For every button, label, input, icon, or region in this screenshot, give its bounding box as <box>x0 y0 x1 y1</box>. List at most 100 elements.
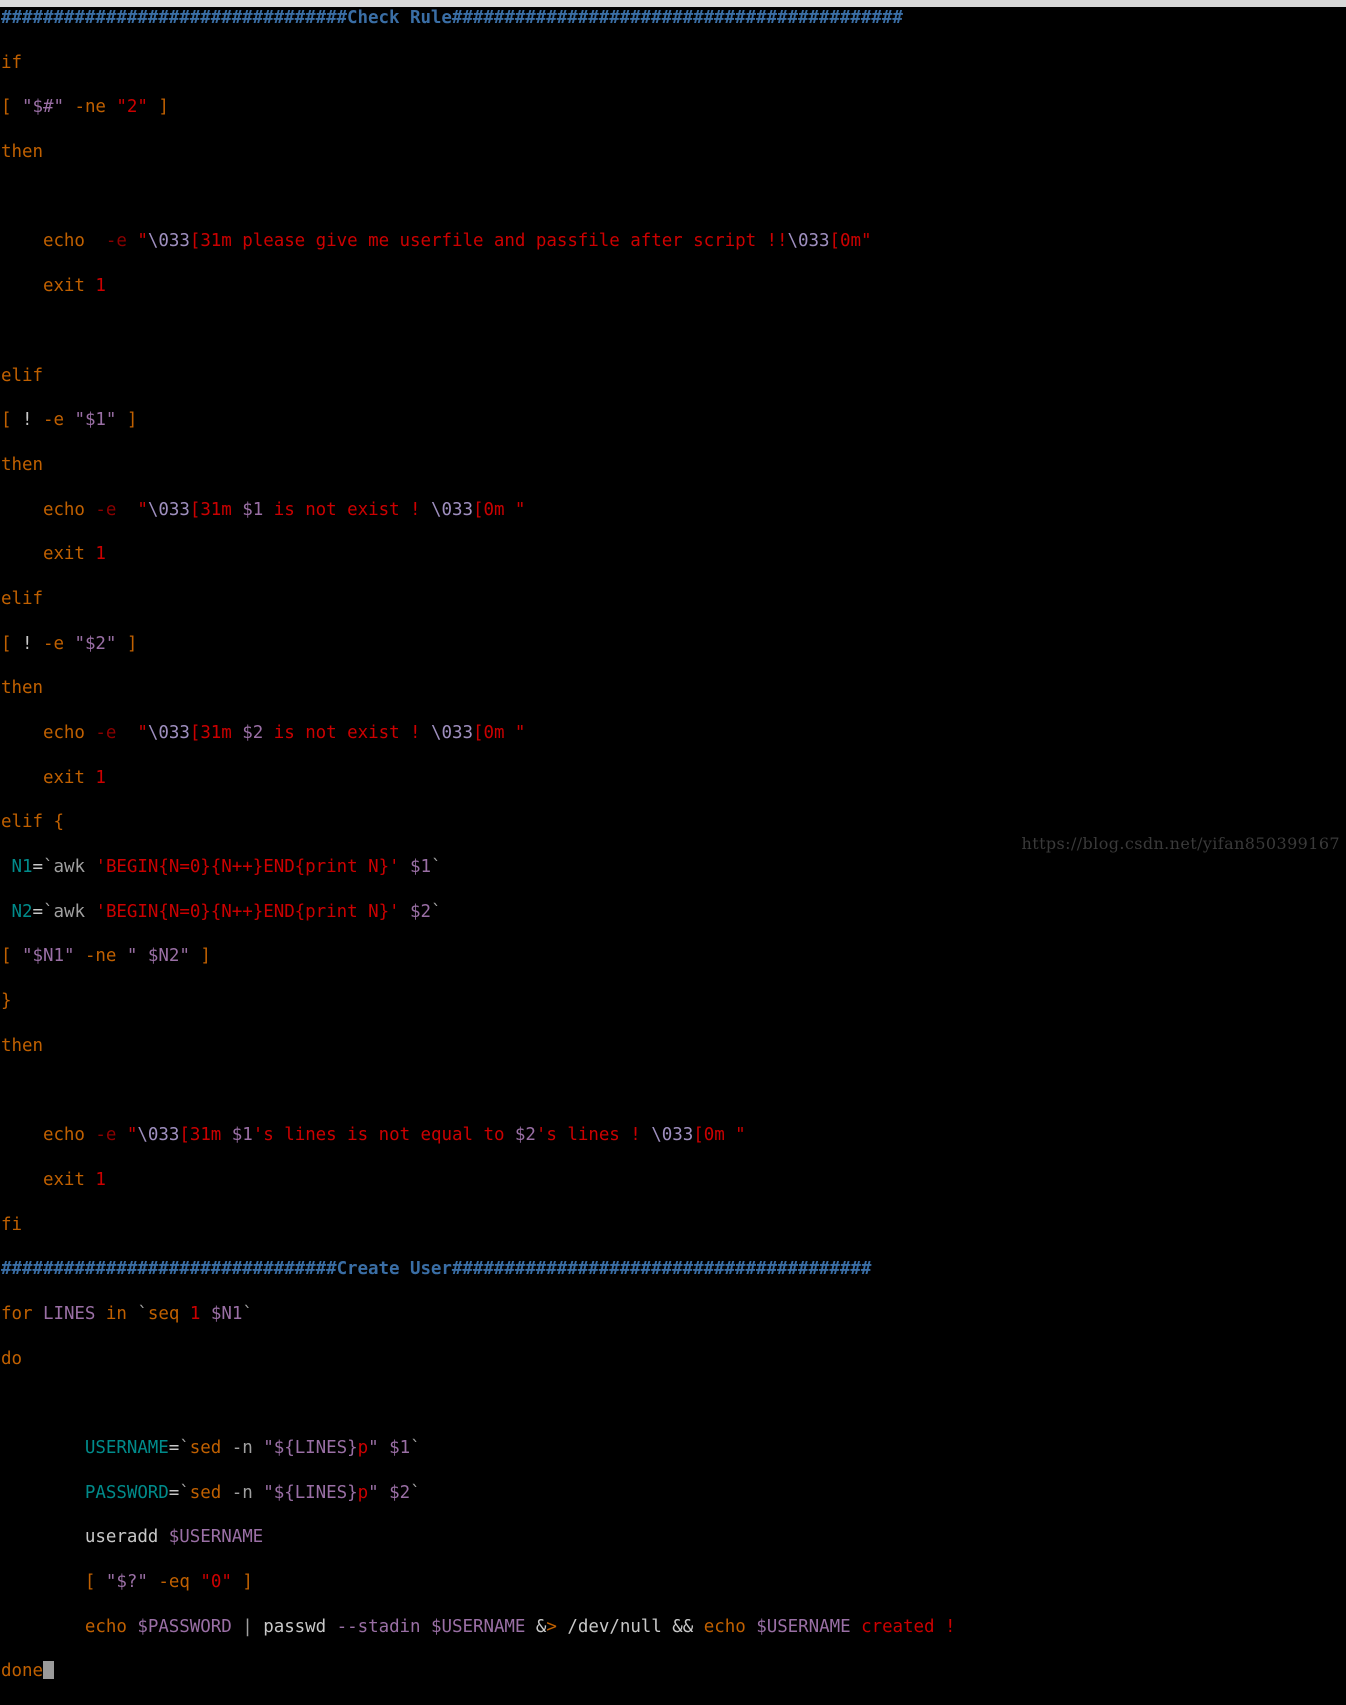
code-line: elif <box>1 588 1346 610</box>
code-token-blt: exit <box>42 767 85 788</box>
code-token-str: [0m " <box>472 723 526 743</box>
terminal-viewport[interactable]: #################################Check R… <box>0 7 1346 1681</box>
code-token-asgn: N2 <box>11 901 33 922</box>
code-token-opt: -e <box>95 499 117 520</box>
code-token-plain: ! <box>11 410 43 431</box>
code-token-kw: if <box>1 52 22 73</box>
code-token-cmt: Check Rule <box>347 8 452 28</box>
code-token-brk: ] <box>126 410 138 431</box>
code-token-kw: do <box>1 1348 22 1369</box>
code-token-str: " <box>221 1572 232 1593</box>
code-token-plain: & <box>535 1616 547 1637</box>
code-line: if <box>1 52 1346 74</box>
code-token-var: --stadin <box>336 1616 421 1637</box>
code-token-str: [0m" <box>829 231 872 252</box>
code-token-kw: -e <box>42 410 64 431</box>
code-token-str: 's lines ! <box>535 1125 652 1146</box>
code-token-brk: ] <box>200 946 211 967</box>
code-token-brk: ] <box>242 1572 253 1593</box>
code-token-gray: ` <box>137 1303 148 1324</box>
code-token-brk: [ <box>1 97 12 118</box>
code-line: do <box>1 1348 1346 1370</box>
code-token-plain: = <box>168 1482 180 1503</box>
code-token-plain: = <box>32 901 43 922</box>
code-token-kw: for <box>1 1303 33 1324</box>
code-token-blt: echo <box>703 1616 746 1637</box>
code-token-gray: awk <box>53 901 85 922</box>
code-token-str: " <box>137 723 148 743</box>
code-token-asgn: USERNAME <box>84 1438 169 1458</box>
code-token-gray: ` <box>42 901 54 922</box>
code-token-num: 1 <box>95 544 106 565</box>
code-token-brk: ] <box>158 97 169 118</box>
code-token-kw: -eq <box>158 1572 190 1593</box>
code-token-str: [31m <box>179 1125 232 1146</box>
code-token-str: [31m please give me userfile and passfil… <box>189 231 788 252</box>
code-line: #################################Check R… <box>1 7 1346 29</box>
code-line: exit 1 <box>1 543 1346 565</box>
code-line: elif { <box>1 811 1346 833</box>
code-token-var: $N1 <box>210 1303 243 1324</box>
code-token-str: [0m " <box>693 1125 746 1146</box>
code-token-var: $1 <box>231 1125 253 1146</box>
code-token-gray: -n <box>231 1482 253 1503</box>
code-token-num: 1 <box>189 1303 201 1324</box>
code-token-esc: \033 <box>431 723 473 743</box>
code-line: echo -e "\033[31m $2 is not exist ! \033… <box>1 722 1346 744</box>
code-token-var: $USERNAME <box>431 1616 526 1637</box>
code-token-var: "${LINES} <box>263 1438 358 1458</box>
code-token-kw: fi <box>1 1214 22 1235</box>
code-token-opt: -e <box>95 1125 117 1146</box>
code-token-opt: -e <box>105 231 127 252</box>
code-token-esc: \033 <box>651 1125 694 1146</box>
code-token-var: $USERNAME <box>168 1527 264 1548</box>
code-token-var: "$N1" <box>22 946 75 967</box>
code-token-blt: echo <box>42 1125 85 1146</box>
code-line: } <box>1 990 1346 1012</box>
code-token-cmt: ########################################… <box>451 8 903 28</box>
script-source-code[interactable]: #################################Check R… <box>0 7 1346 1705</box>
code-token-esc: \033 <box>147 499 190 520</box>
code-token-var: $PASSWORD <box>137 1616 232 1637</box>
code-line: then <box>1 454 1346 476</box>
blog-watermark: https://blog.csdn.net/yifan850399167 <box>1021 834 1340 853</box>
code-token-esc: \033 <box>147 231 190 252</box>
code-token-blt: sed <box>189 1438 222 1458</box>
code-token-blt: echo <box>42 499 85 520</box>
code-token-cmt: Create User <box>336 1259 452 1280</box>
code-token-var: $USERNAME <box>756 1616 851 1637</box>
code-token-num: 1 <box>95 276 106 297</box>
code-token-str: " <box>200 1572 211 1593</box>
code-token-kw: -ne <box>74 97 106 118</box>
code-line: [ ! -e "$2" ] <box>1 633 1346 655</box>
code-token-plain: = <box>32 857 43 878</box>
code-token-brk: } <box>1 991 12 1012</box>
code-line: done <box>1 1660 1346 1682</box>
code-line: for LINES in `seq 1 $N1` <box>1 1303 1346 1325</box>
code-line: USERNAME=`sed -n "${LINES}p" $1` <box>1 1437 1346 1459</box>
code-line: fi <box>1 1214 1346 1236</box>
code-token-str: p <box>357 1438 369 1458</box>
code-token-str: " <box>137 499 148 520</box>
